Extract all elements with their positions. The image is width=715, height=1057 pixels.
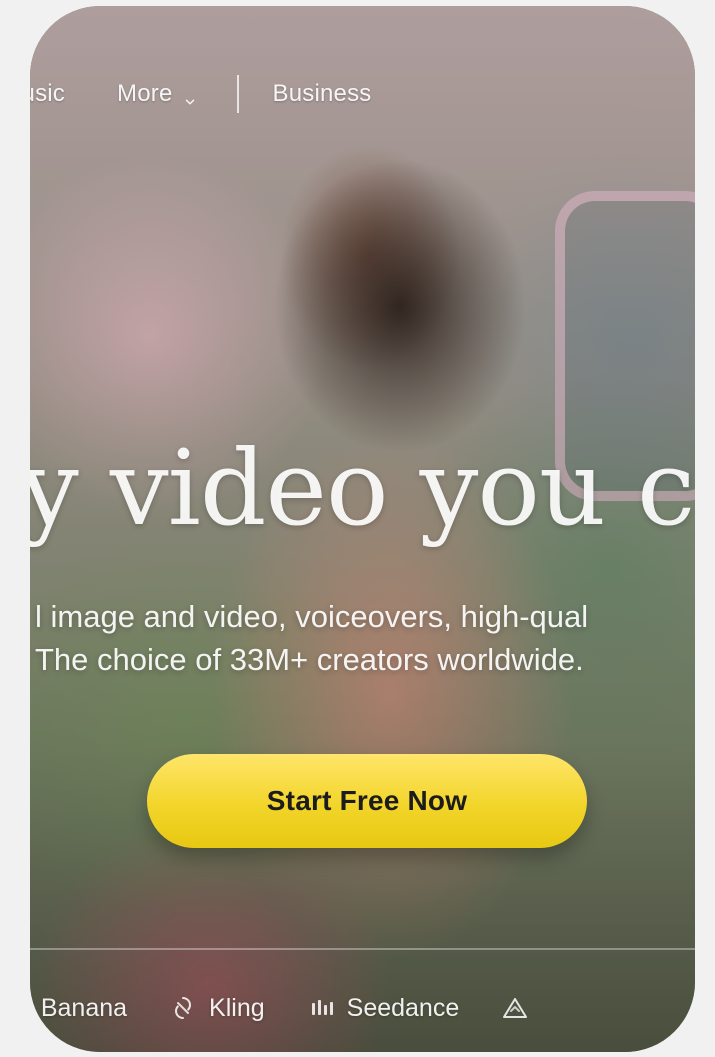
model-item-label: Seedance [346,993,460,1022]
nav-divider [236,75,239,113]
nav-item-label: More [117,80,173,107]
model-item-kling[interactable]: Kling [169,994,265,1023]
top-navigation: lusic More Business [30,64,695,124]
nav-item-label: Business [272,80,372,107]
nav-item-label: lusic [30,80,66,107]
nav-item-music[interactable]: lusic [30,80,65,108]
nav-item-business[interactable]: Business [273,80,372,108]
bottom-divider [30,948,695,950]
model-item-label: o Banana [30,993,128,1022]
model-item-partial[interactable] [501,994,541,1022]
delta-icon [501,994,529,1022]
model-item-seedance[interactable]: Seedance [307,993,460,1023]
model-strip: o Banana Kling Seedance [30,978,695,1038]
hero-subtext-line-2: The choice of 33M+ creators worldwide. [35,641,584,677]
kling-icon [169,994,197,1022]
start-free-now-button[interactable]: Start Free Now [147,754,587,848]
screen-frame: lusic More Business y video you ca l ima… [30,6,695,1052]
model-item-label: Kling [209,993,265,1022]
chevron-down-icon [183,88,197,105]
seedance-icon [307,994,335,1022]
hero-subtext-line-1: l image and video, voiceovers, high-qual [35,599,589,634]
model-item-nano-banana[interactable]: o Banana [30,994,127,1023]
nav-item-more[interactable]: More [117,80,196,108]
hero-subtext: l image and video, voiceovers, high-qual… [35,596,695,682]
hero-headline: y video you ca [30,427,695,549]
